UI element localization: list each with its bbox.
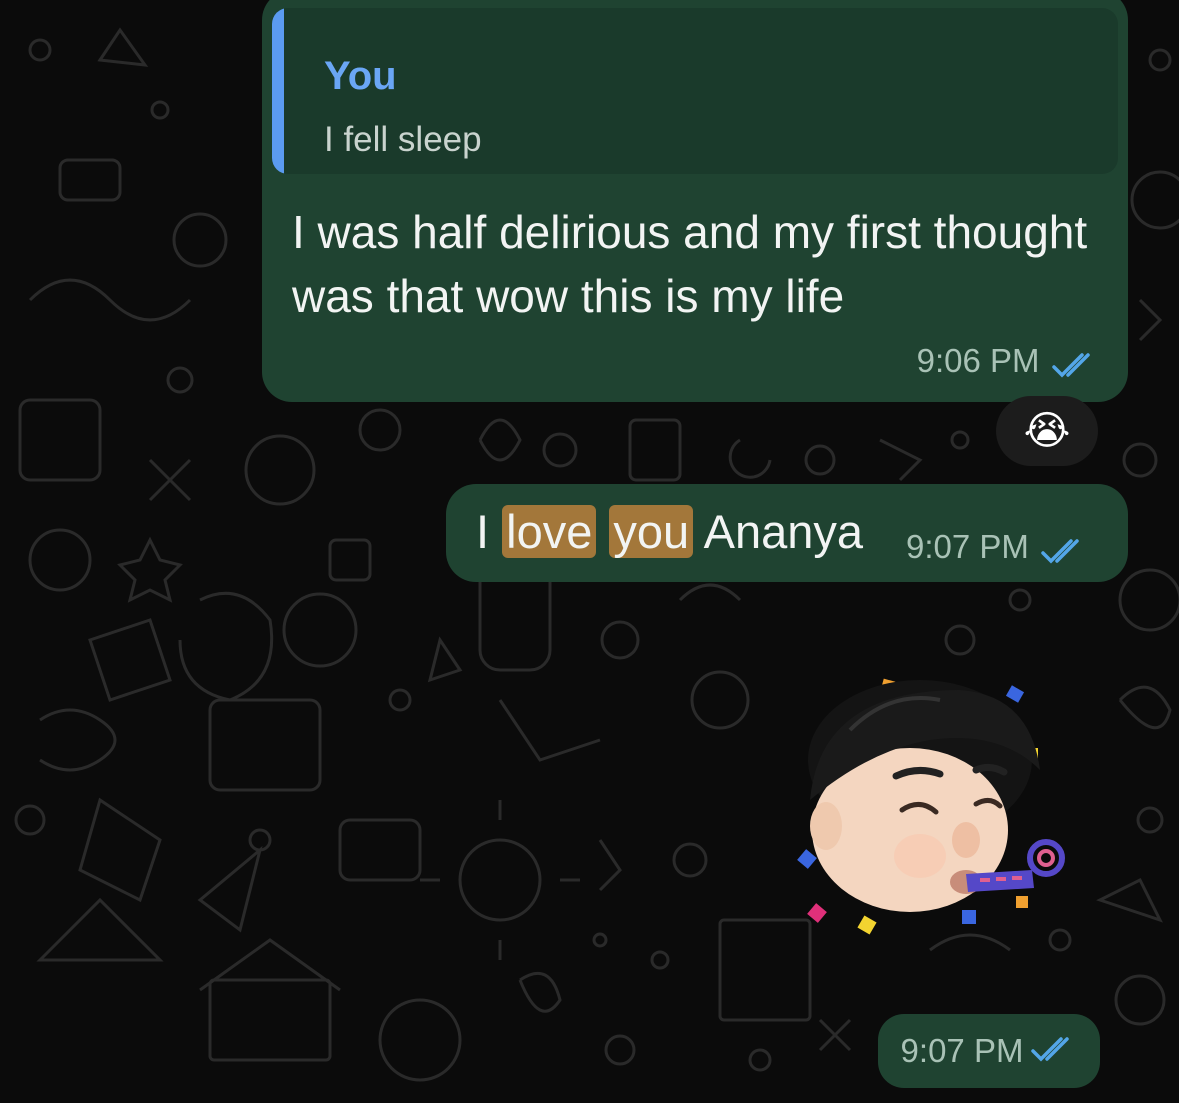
message-text-part: I [476,505,503,558]
message-text: I love you Ananya [476,502,863,562]
message-time: 9:06 PM [916,342,1040,379]
sticker-timestamp-bubble: 9:07 PM [878,1014,1100,1088]
message-meta: 9:07 PM [906,528,1087,570]
message-time: 9:07 PM [900,1032,1024,1069]
message-bubble-outgoing[interactable]: You I fell sleep I was half delirious an… [262,0,1128,402]
highlighted-word: you [609,505,694,558]
quoted-text: I fell sleep [324,120,482,159]
memoji-party-icon[interactable] [790,660,1080,950]
highlighted-word: love [502,505,597,558]
reaction-badge[interactable]: 😭 [996,396,1098,466]
read-receipt-icon [1041,537,1087,570]
message-text: I was half delirious and my first though… [292,206,1088,322]
message-meta: 9:06 PM [917,342,1098,384]
quote-accent-bar [272,8,284,174]
message-text-part: Ananya [693,505,864,558]
read-receipt-icon [1052,351,1098,384]
read-receipt-icon [1031,1035,1077,1068]
crying-face-icon: 😭 [1023,409,1071,453]
quoted-reply[interactable]: You I fell sleep [272,8,1118,174]
message-text-part [596,505,609,558]
quoted-author: You [324,54,397,98]
message-time: 9:07 PM [906,528,1029,565]
